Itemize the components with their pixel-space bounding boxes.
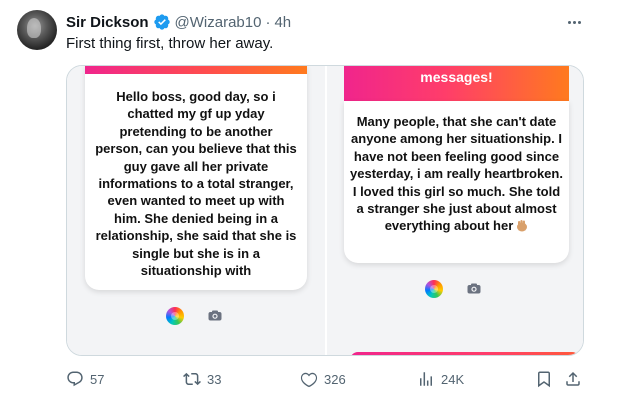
user-handle[interactable]: @Wizarab10 bbox=[175, 14, 262, 31]
display-name[interactable]: Sir Dickson bbox=[66, 14, 149, 31]
heart-icon bbox=[300, 372, 318, 388]
bookmark-icon bbox=[538, 371, 550, 388]
tweet-header: Sir Dickson @Wizarab10 · 4h bbox=[66, 12, 291, 32]
like-count: 326 bbox=[324, 371, 346, 387]
message-text-right: Many people, that she can't date anyone … bbox=[350, 113, 563, 235]
views-chart-icon bbox=[420, 372, 432, 386]
reply-icon bbox=[67, 371, 83, 387]
like-button[interactable]: 326 bbox=[300, 368, 346, 390]
reply-button[interactable]: 57 bbox=[66, 368, 104, 390]
share-button[interactable] bbox=[564, 368, 582, 390]
separator-dot: · bbox=[265, 13, 271, 31]
message-card-right: Many people, that she can't date anyone … bbox=[344, 101, 569, 263]
retweet-button[interactable]: 33 bbox=[183, 368, 221, 390]
tweet-media[interactable]: Hello boss, good day, so i chatted my gf… bbox=[66, 65, 584, 356]
gradient-strip-left bbox=[85, 66, 307, 74]
avatar[interactable] bbox=[17, 10, 57, 50]
media-image-right[interactable]: messages! Many people, that she can't da… bbox=[327, 66, 583, 355]
reply-count: 57 bbox=[90, 371, 105, 387]
message-text-left: Hello boss, good day, so i chatted my gf… bbox=[95, 89, 297, 279]
bookmark-button[interactable] bbox=[535, 368, 553, 390]
camera-icon bbox=[208, 310, 222, 321]
retweet-icon bbox=[183, 372, 201, 386]
camera-icon bbox=[467, 283, 481, 294]
banner-right: messages! bbox=[344, 66, 569, 101]
tweet-card[interactable]: Sir Dickson @Wizarab10 · 4h First thing … bbox=[0, 0, 623, 409]
view-count: 24K bbox=[441, 371, 465, 387]
banner-text: messages! bbox=[420, 69, 493, 85]
color-picker-icon bbox=[425, 280, 443, 298]
more-options-icon[interactable] bbox=[562, 12, 586, 32]
views-button[interactable]: 24K bbox=[417, 368, 464, 390]
timestamp[interactable]: 4h bbox=[274, 14, 291, 31]
message-text-right-content: Many people, that she can't date anyone … bbox=[350, 114, 563, 234]
hand-emoji-icon bbox=[517, 220, 528, 232]
color-picker-icon bbox=[166, 307, 184, 325]
share-icon bbox=[566, 371, 580, 386]
message-card-left: Hello boss, good day, so i chatted my gf… bbox=[85, 66, 307, 290]
retweet-count: 33 bbox=[207, 371, 222, 387]
verified-badge-icon bbox=[153, 14, 170, 30]
media-image-left[interactable]: Hello boss, good day, so i chatted my gf… bbox=[67, 66, 325, 355]
action-bar: 57 33 326 24K bbox=[66, 368, 586, 390]
gradient-strip-bottom bbox=[350, 352, 580, 355]
tweet-text: First thing first, throw her away. bbox=[66, 35, 274, 52]
